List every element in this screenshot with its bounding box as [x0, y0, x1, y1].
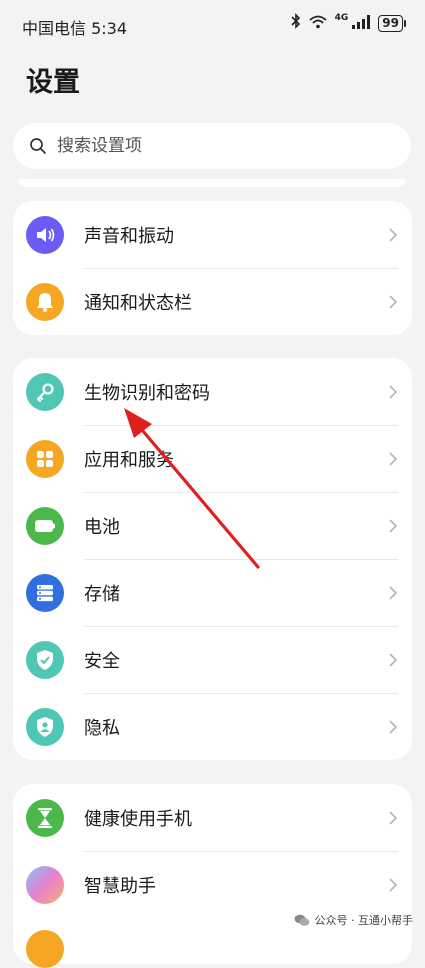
- settings-item-digital-balance[interactable]: 健康使用手机: [13, 784, 412, 851]
- privacy-icon: [26, 707, 64, 746]
- settings-item-label: 通知和状态栏: [84, 292, 192, 314]
- settings-item-assistant[interactable]: 智慧助手: [13, 851, 412, 918]
- chevron-right-icon: [389, 877, 398, 892]
- settings-item-biometrics[interactable]: 生物识别和密码: [13, 358, 412, 425]
- search-bar[interactable]: [13, 123, 411, 169]
- hourglass-icon: [26, 798, 64, 837]
- chevron-right-icon: [389, 585, 398, 600]
- wifi-icon: [309, 14, 327, 33]
- settings-item-battery[interactable]: 电池: [13, 492, 412, 559]
- sound-icon: [26, 215, 64, 254]
- carrier-time: 中国电信 5:34: [22, 19, 128, 38]
- watermark: 公众号 · 互通小帮手: [294, 912, 414, 928]
- settings-item-label: 生物识别和密码: [84, 382, 210, 404]
- watermark-text: 公众号 · 互通小帮手: [314, 914, 414, 927]
- chevron-right-icon: [389, 227, 398, 242]
- storage-icon: [26, 573, 64, 612]
- assistant-icon: [26, 865, 64, 904]
- search-icon: [30, 138, 46, 154]
- key-icon: [26, 372, 64, 411]
- settings-group-wellbeing: 健康使用手机 智慧助手: [13, 784, 412, 964]
- settings-item-label: 声音和振动: [84, 225, 174, 247]
- collapsed-card-edge: [18, 179, 406, 187]
- settings-item-privacy[interactable]: 隐私: [13, 693, 412, 760]
- settings-item-label: 应用和服务: [84, 449, 174, 471]
- status-bar: 中国电信 5:34 4G 99: [0, 0, 425, 48]
- chevron-right-icon: [389, 518, 398, 533]
- settings-item-notifications[interactable]: 通知和状态栏: [13, 268, 412, 335]
- settings-item-label: 隐私: [84, 717, 120, 739]
- settings-item-apps[interactable]: 应用和服务: [13, 425, 412, 492]
- settings-item-label: 智慧助手: [84, 875, 156, 897]
- signal-icon: [352, 14, 371, 33]
- next-item-icon: [26, 930, 64, 968]
- shield-icon: [26, 640, 64, 679]
- settings-item-label: 健康使用手机: [84, 808, 192, 830]
- chevron-right-icon: [389, 719, 398, 734]
- bluetooth-icon: [291, 13, 301, 33]
- settings-item-storage[interactable]: 存储: [13, 559, 412, 626]
- settings-item-security[interactable]: 安全: [13, 626, 412, 693]
- chevron-right-icon: [389, 384, 398, 399]
- chevron-right-icon: [389, 810, 398, 825]
- settings-group-security: 生物识别和密码 应用和服务 电池 存储 安全 隐私: [13, 358, 412, 760]
- settings-item-label: 安全: [84, 650, 120, 672]
- status-icons: 4G 99: [291, 13, 406, 33]
- apps-icon: [26, 439, 64, 478]
- settings-group-sound-notify: 声音和振动 通知和状态栏: [13, 201, 412, 335]
- search-input[interactable]: [55, 135, 379, 157]
- chevron-right-icon: [389, 294, 398, 309]
- chevron-right-icon: [389, 652, 398, 667]
- settings-item-label: 存储: [84, 583, 120, 605]
- network-type: 4G: [334, 13, 349, 23]
- bell-icon: [26, 282, 64, 321]
- chevron-right-icon: [389, 451, 398, 466]
- settings-item-sound[interactable]: 声音和振动: [13, 201, 412, 268]
- battery-indicator: 99: [378, 14, 406, 32]
- wechat-icon: [294, 914, 309, 926]
- battery-icon: [26, 506, 64, 545]
- page-title: 设置: [26, 67, 80, 98]
- settings-item-label: 电池: [84, 516, 120, 538]
